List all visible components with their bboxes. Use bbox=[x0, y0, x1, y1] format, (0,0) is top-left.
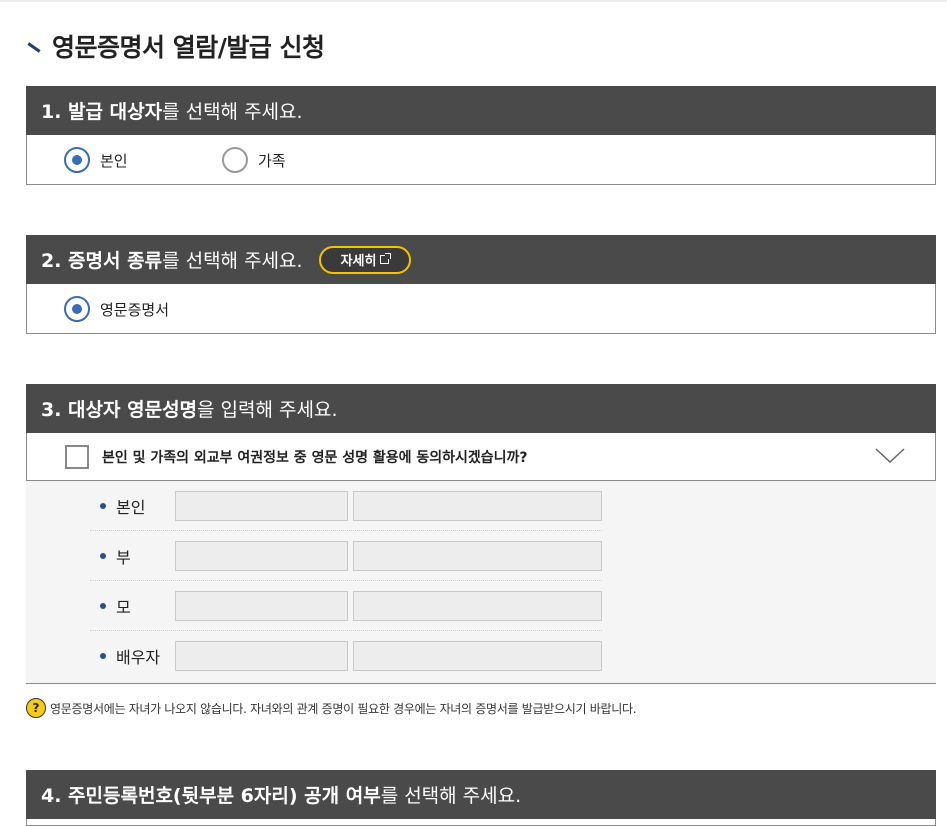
external-link-icon bbox=[380, 253, 392, 264]
father-surname-input[interactable] bbox=[174, 540, 348, 571]
section3-heading-rest: 을 입력해 주세요. bbox=[197, 399, 338, 421]
detail-button[interactable]: 자세히 bbox=[318, 245, 412, 274]
radio-english-certificate-label: 영문증명서 bbox=[100, 300, 170, 319]
notice-text: 영문증명서에는 자녀가 나오지 않습니다. 자녀와의 관계 증명이 필요한 경우… bbox=[50, 701, 637, 716]
radio-family[interactable]: 가족 bbox=[222, 147, 286, 173]
section1-heading-rest: 를 선택해 주세요. bbox=[162, 101, 303, 123]
name-row-mother: 모 bbox=[90, 581, 602, 631]
bullet-icon bbox=[100, 653, 106, 659]
bullet-icon bbox=[100, 552, 106, 559]
consent-row[interactable]: 본인 및 가족의 외교부 여권정보 중 영문 성명 활용에 동의하시겠습니까? bbox=[26, 433, 936, 481]
chevron-down-icon[interactable] bbox=[875, 447, 905, 465]
name-row-father: 부 bbox=[90, 531, 602, 581]
section4-heading-rest: 를 선택해 주세요. bbox=[380, 785, 522, 807]
name-row-spouse: 배우자 bbox=[90, 631, 602, 681]
section1-heading-bold: 1. 발급 대상자 bbox=[41, 101, 163, 123]
notice: ? 영문증명서에는 자녀가 나오지 않습니다. 자녀와의 관계 증명이 필요한 … bbox=[26, 698, 637, 718]
mother-surname-input[interactable] bbox=[174, 590, 348, 621]
section4-heading: 4. 주민등록번호(뒷부분 6자리) 공개 여부 를 선택해 주세요. bbox=[26, 770, 936, 819]
section4-body bbox=[26, 819, 936, 826]
section3-heading: 3. 대상자 영문성명 을 입력해 주세요. bbox=[26, 384, 936, 433]
title-slash-icon bbox=[26, 40, 42, 56]
radio-english-certificate-circle[interactable] bbox=[64, 296, 90, 322]
radio-self-label: 본인 bbox=[100, 151, 128, 170]
bullet-icon bbox=[100, 502, 106, 509]
english-name-fields: 본인 부 모 배우자 bbox=[26, 481, 936, 684]
section3-heading-bold: 3. 대상자 영문성명 bbox=[41, 399, 198, 421]
page-title-area: 영문증명서 열람/발급 신청 bbox=[26, 26, 325, 66]
radio-self[interactable]: 본인 bbox=[64, 147, 128, 173]
name-row-self: 본인 bbox=[90, 481, 602, 531]
consent-text: 본인 및 가족의 외교부 여권정보 중 영문 성명 활용에 동의하시겠습니까? bbox=[102, 449, 528, 466]
radio-self-circle[interactable] bbox=[64, 147, 90, 173]
spouse-given-name-input[interactable] bbox=[352, 641, 602, 671]
father-given-name-input[interactable] bbox=[352, 540, 602, 571]
section2-heading-bold: 2. 증명서 종류 bbox=[41, 250, 163, 272]
radio-family-label: 가족 bbox=[258, 151, 286, 170]
bullet-icon bbox=[100, 602, 106, 609]
name-row-label: 모 bbox=[115, 597, 131, 617]
page-title: 영문증명서 열람/발급 신청 bbox=[52, 33, 325, 62]
section2-heading-rest: 를 선택해 주세요. bbox=[162, 250, 303, 272]
section2-body: 영문증명서 bbox=[26, 284, 936, 334]
section2-heading: 2. 증명서 종류 를 선택해 주세요. 자세히 bbox=[26, 235, 936, 284]
question-icon: ? bbox=[26, 698, 46, 718]
radio-english-certificate[interactable]: 영문증명서 bbox=[64, 296, 169, 322]
spouse-surname-input[interactable] bbox=[174, 641, 348, 671]
section4-heading-bold: 4. 주민등록번호(뒷부분 6자리) 공개 여부 bbox=[41, 785, 381, 807]
self-given-name-input[interactable] bbox=[352, 490, 602, 521]
radio-family-circle[interactable] bbox=[222, 147, 248, 173]
section1-body: 본인 가족 bbox=[26, 135, 936, 185]
section1-heading: 1. 발급 대상자 를 선택해 주세요. bbox=[26, 86, 936, 135]
name-row-label: 배우자 bbox=[115, 648, 161, 667]
self-surname-input[interactable] bbox=[174, 490, 348, 521]
detail-button-label: 자세히 bbox=[340, 254, 377, 269]
consent-checkbox[interactable] bbox=[65, 444, 89, 469]
name-row-label: 부 bbox=[115, 547, 131, 567]
mother-given-name-input[interactable] bbox=[352, 590, 602, 621]
top-divider bbox=[0, 0, 947, 2]
name-row-label: 본인 bbox=[115, 497, 146, 517]
